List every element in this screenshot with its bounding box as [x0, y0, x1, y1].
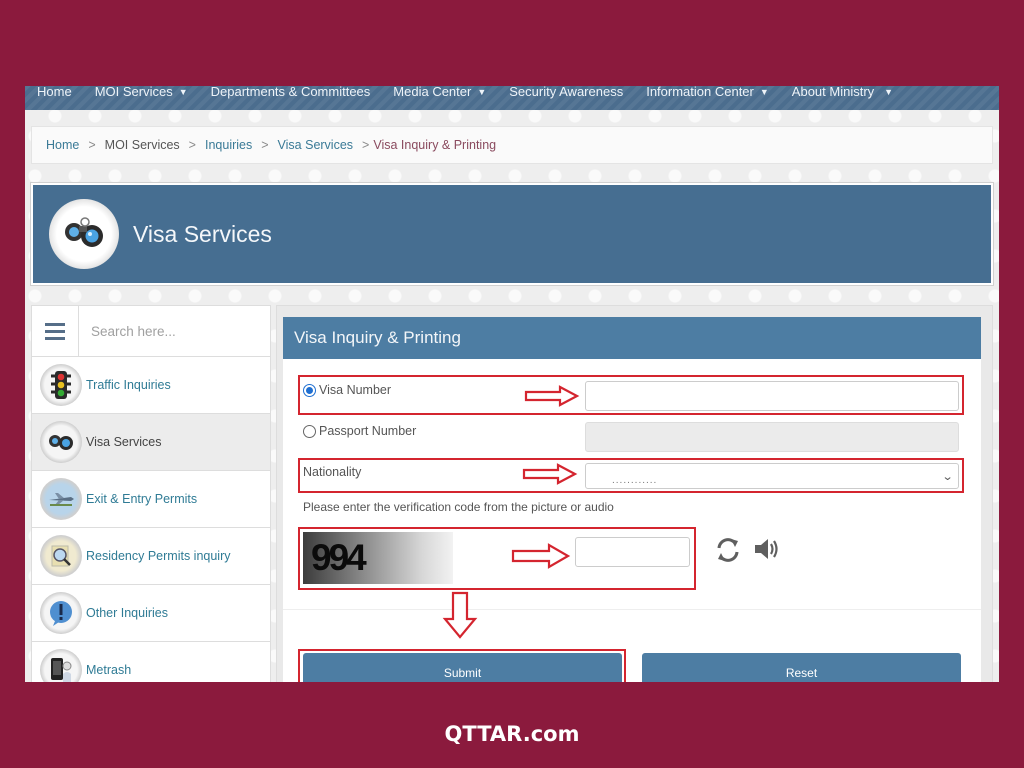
- sidebar-item-traffic-inquiries[interactable]: Traffic Inquiries: [32, 357, 270, 414]
- sidebar-item-label: Metrash: [86, 663, 132, 677]
- site-brand: QTTAR.com: [444, 722, 580, 746]
- nav-label: Departments & Committees: [210, 86, 371, 99]
- audio-captcha-icon[interactable]: [753, 536, 781, 562]
- breadcrumb-moi-services[interactable]: MOI Services: [105, 138, 180, 152]
- caret-down-icon: ▼: [759, 86, 769, 97]
- breadcrumb-separator: >: [362, 138, 370, 152]
- nav-moi-services[interactable]: MOI Services ▼: [95, 86, 188, 99]
- breadcrumb-separator: >: [188, 138, 196, 152]
- breadcrumb-home[interactable]: Home: [46, 138, 79, 152]
- nationality-select[interactable]: ............ ⌄: [585, 463, 959, 489]
- sidebar-item-exit-entry-permits[interactable]: Exit & Entry Permits: [32, 471, 270, 528]
- captcha-code: 994: [311, 537, 367, 578]
- captcha-hint: Please enter the verification code from …: [303, 500, 614, 514]
- binoculars-icon: [40, 421, 82, 463]
- binoculars-icon: [49, 199, 119, 269]
- sidebar: Traffic Inquiries Visa Services Exit & E…: [31, 305, 271, 682]
- passport-number-label: Passport Number: [319, 424, 417, 438]
- arrow-right-icon: [522, 463, 578, 485]
- visa-inquiry-form: Visa Number Passport Number Nationality …: [283, 359, 981, 682]
- caret-down-icon: ▼: [178, 86, 188, 97]
- sidebar-item-label: Other Inquiries: [86, 606, 168, 620]
- visa-inquiry-panel: Visa Inquiry & Printing Visa Number Pass…: [276, 305, 993, 682]
- caret-down-icon: ▼: [477, 86, 487, 97]
- sidebar-item-label: Residency Permits inquiry: [86, 549, 231, 563]
- visa-number-input[interactable]: [585, 381, 959, 411]
- captcha-input[interactable]: [575, 537, 690, 567]
- arrow-right-icon: [524, 385, 580, 407]
- submit-button[interactable]: Submit: [303, 653, 622, 682]
- exclamation-icon: [40, 592, 82, 634]
- passport-number-input[interactable]: [585, 422, 959, 452]
- nav-label: Media Center: [393, 86, 472, 99]
- caret-down-icon: ▼: [884, 86, 894, 97]
- page-banner: Visa Services: [31, 183, 993, 285]
- breadcrumb-inquiries[interactable]: Inquiries: [205, 138, 252, 152]
- nav-label: About Ministry: [791, 86, 875, 99]
- passport-number-radio[interactable]: [303, 424, 316, 438]
- breadcrumb-visa-services[interactable]: Visa Services: [278, 138, 354, 152]
- passport-number-option[interactable]: Passport Number: [303, 424, 416, 438]
- nav-about-ministry[interactable]: About Ministry ▼: [792, 86, 893, 99]
- breadcrumb-separator: >: [88, 138, 96, 152]
- sidebar-item-label: Exit & Entry Permits: [86, 492, 198, 506]
- breadcrumb-current: Visa Inquiry & Printing: [373, 138, 497, 152]
- breadcrumb: Home > MOI Services > Inquiries > Visa S…: [31, 126, 993, 164]
- nav-departments[interactable]: Departments & Committees: [211, 86, 371, 99]
- nav-information-center[interactable]: Information Center ▼: [646, 86, 769, 99]
- nationality-label: Nationality: [303, 465, 362, 479]
- sidebar-item-visa-services[interactable]: Visa Services: [32, 414, 270, 471]
- nav-label: Information Center: [646, 86, 754, 99]
- nationality-selected-value: ............: [612, 475, 658, 486]
- sidebar-item-residency-permits[interactable]: Residency Permits inquiry: [32, 528, 270, 585]
- nav-label: Security Awareness: [509, 86, 624, 99]
- arrow-right-icon: [511, 543, 571, 569]
- panel-title: Visa Inquiry & Printing: [283, 317, 981, 359]
- hamburger-icon[interactable]: [32, 306, 79, 356]
- chevron-down-icon: ⌄: [941, 471, 954, 483]
- top-navigation: Home MOI Services ▼ Departments & Committ…: [25, 86, 999, 110]
- arrow-down-icon: [442, 591, 478, 639]
- magnifier-document-icon: [40, 535, 82, 577]
- refresh-captcha-icon[interactable]: [714, 536, 742, 564]
- sidebar-search-bar: [32, 306, 270, 357]
- captcha-image: 994: [303, 532, 453, 584]
- traffic-light-icon: [40, 364, 82, 406]
- nav-home[interactable]: Home: [37, 86, 72, 99]
- screenshot-frame: Home MOI Services ▼ Departments & Committ…: [25, 86, 999, 682]
- mobile-phone-icon: [40, 649, 82, 682]
- reset-button[interactable]: Reset: [642, 653, 961, 682]
- visa-number-label: Visa Number: [319, 383, 392, 397]
- nav-security-awareness[interactable]: Security Awareness: [509, 86, 623, 99]
- visa-number-radio[interactable]: [303, 383, 316, 397]
- nav-label: MOI Services: [94, 86, 173, 99]
- sidebar-search-input[interactable]: [79, 306, 270, 356]
- sidebar-item-label: Visa Services: [86, 435, 162, 449]
- sidebar-item-other-inquiries[interactable]: Other Inquiries: [32, 585, 270, 642]
- visa-number-option[interactable]: Visa Number: [303, 383, 391, 397]
- sidebar-item-label: Traffic Inquiries: [86, 378, 171, 392]
- page-title: Visa Services: [133, 220, 272, 247]
- nav-media-center[interactable]: Media Center ▼: [393, 86, 486, 99]
- sidebar-item-metrash[interactable]: Metrash: [32, 642, 270, 682]
- breadcrumb-separator: >: [261, 138, 269, 152]
- airplane-icon: [40, 478, 82, 520]
- nav-label: Home: [37, 86, 72, 99]
